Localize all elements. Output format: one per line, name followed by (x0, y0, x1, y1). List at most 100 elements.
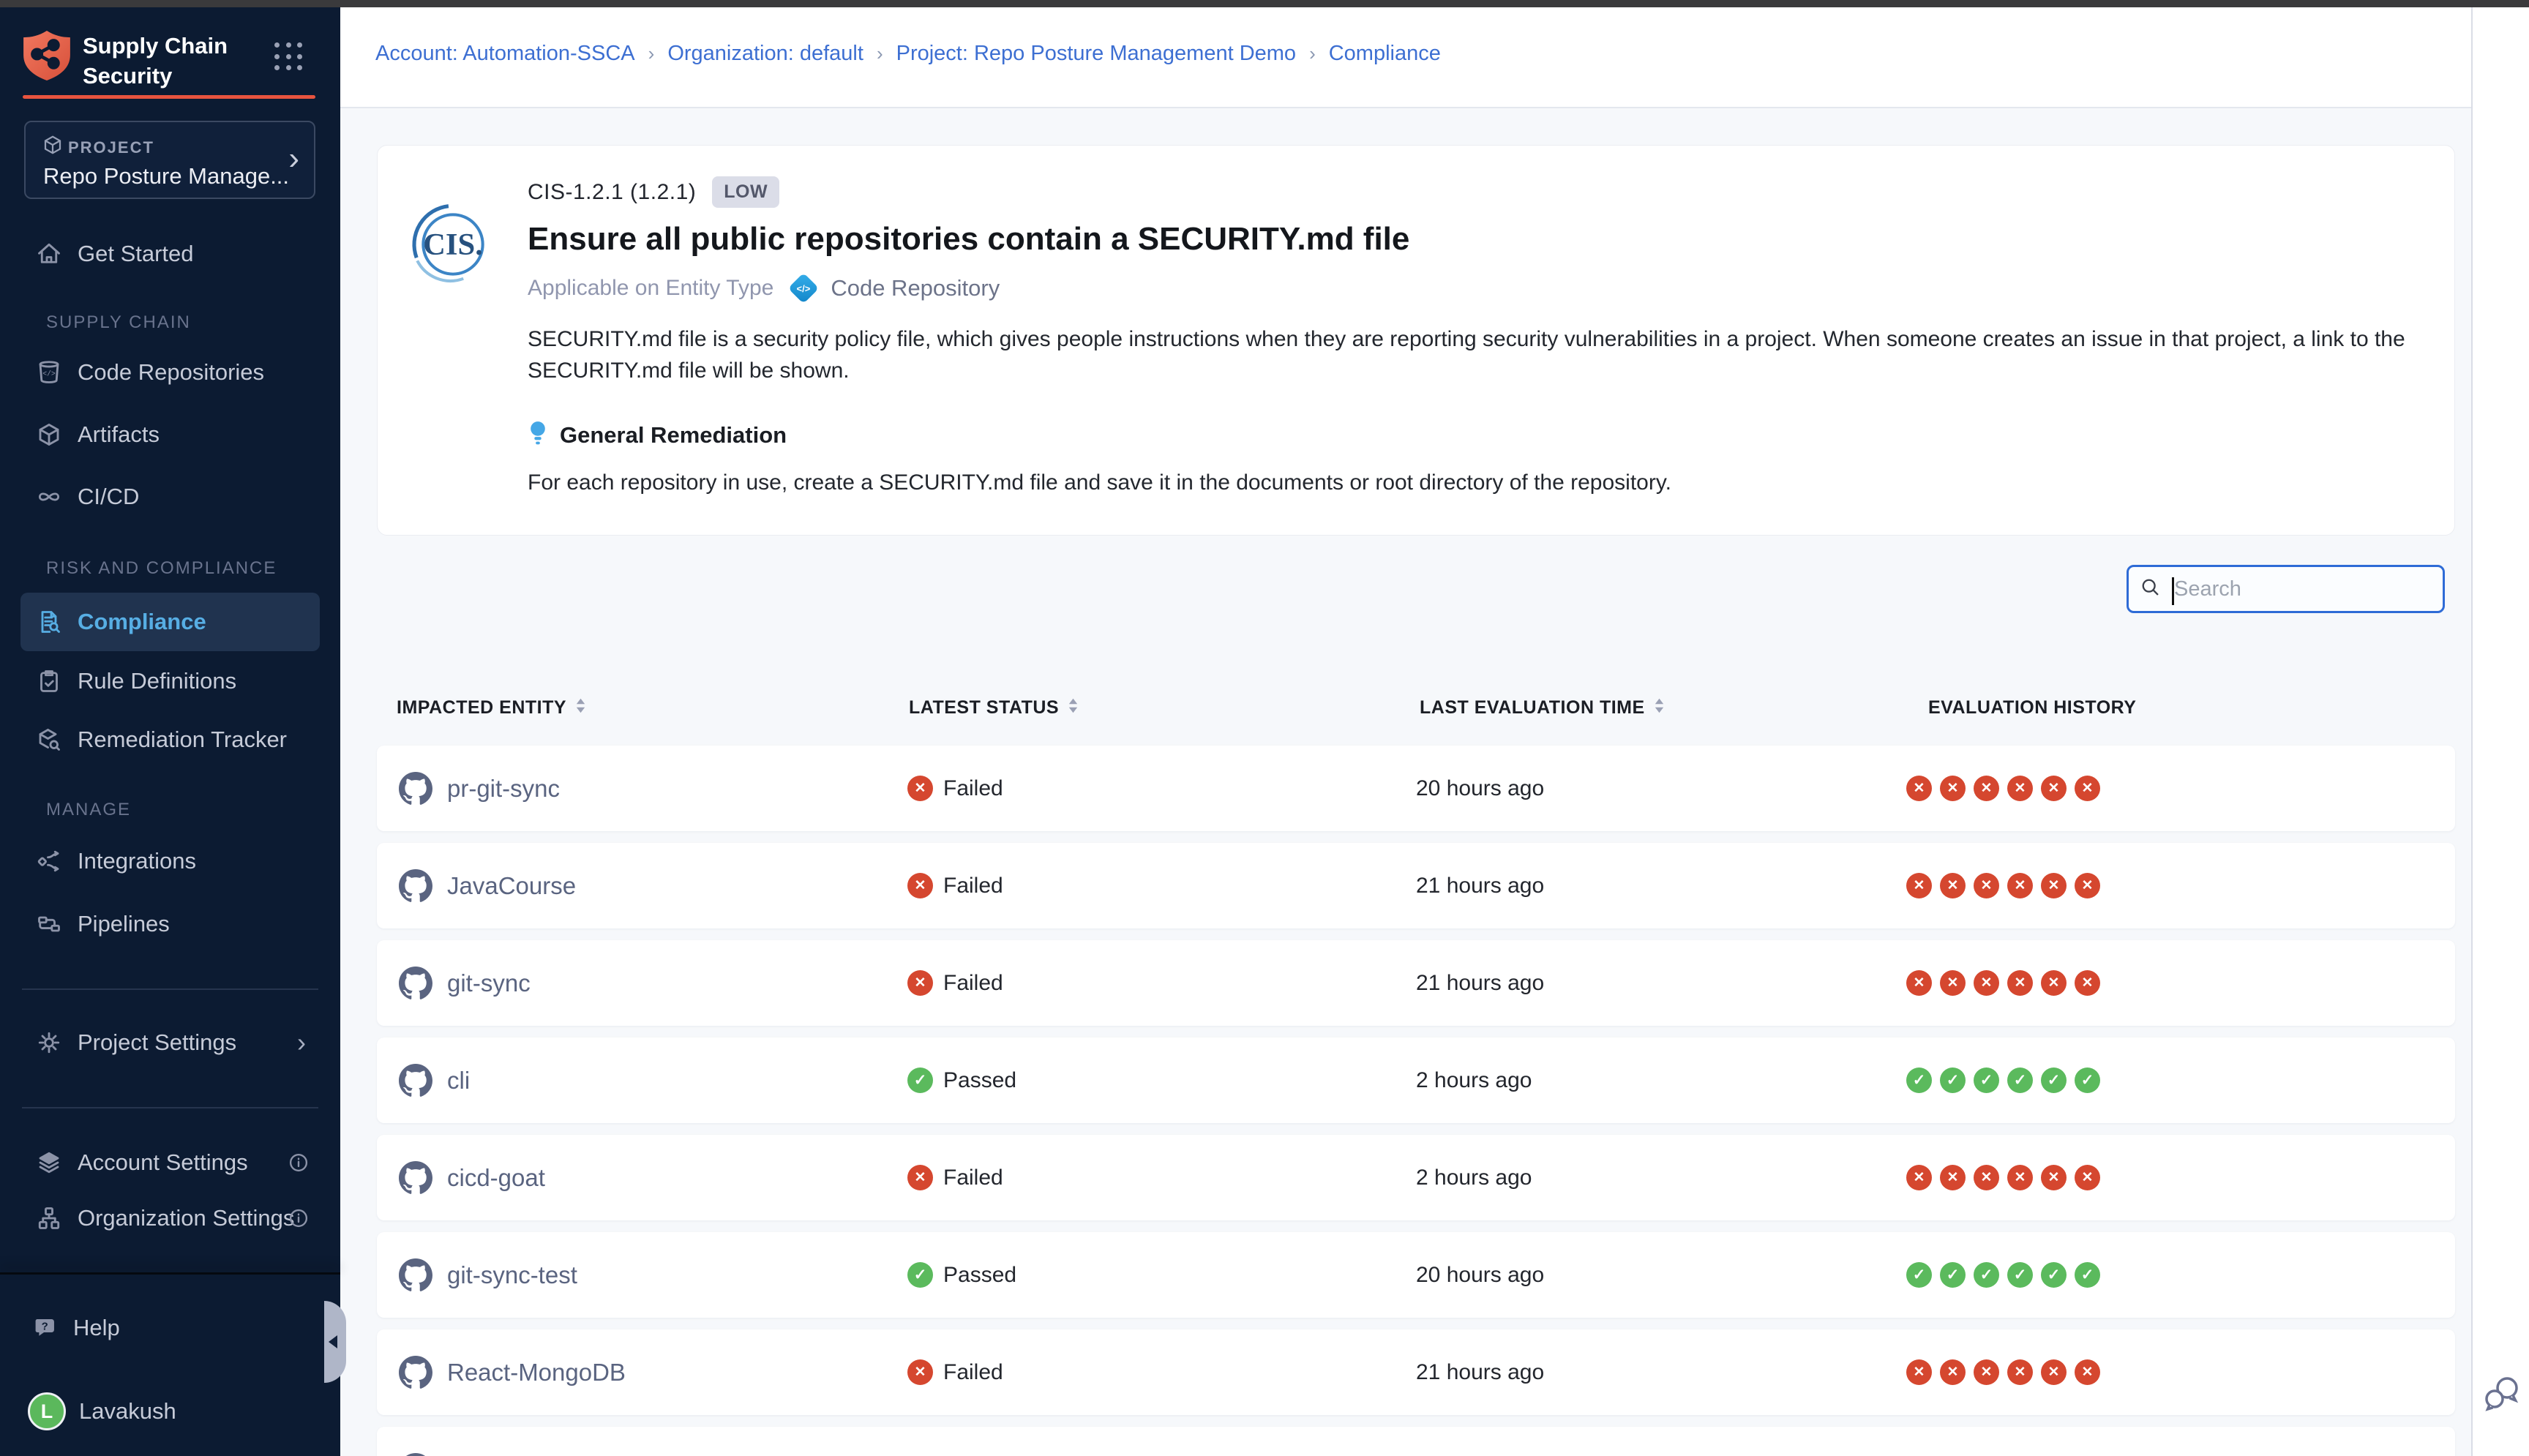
breadcrumb-separator-icon: › (877, 42, 883, 65)
status-label: Failed (943, 776, 1003, 801)
table-row[interactable]: git-sync✕Failed21 hours ago✕✕✕✕✕✕ (377, 940, 2455, 1026)
table-row[interactable]: ✓Passed✓✓✓✓✓✓ (377, 1427, 2455, 1456)
last-evaluation-time: 2 hours ago (1416, 1135, 1532, 1220)
scrollbar-gutter[interactable] (2471, 0, 2529, 1456)
help-label: Help (73, 1315, 120, 1341)
column-header-last-evaluation-time[interactable]: LAST EVALUATION TIME (1420, 697, 1665, 718)
failed-icon: ✕ (2041, 873, 2067, 898)
failed-icon: ✕ (2075, 1165, 2100, 1190)
integrations-icon (35, 847, 63, 875)
sidebar-item-label: Get Started (78, 241, 194, 267)
entity-name[interactable]: JavaCourse (447, 843, 576, 928)
sidebar-item-project-settings[interactable]: Project Settings› (0, 1019, 340, 1066)
collapse-arrow-icon (329, 1335, 337, 1348)
status-cell: ✓Passed (907, 1232, 1016, 1318)
project-name: Repo Posture Manage... (43, 163, 289, 189)
sidebar-item-label: Organization Settings (78, 1205, 294, 1231)
status-label: Failed (943, 874, 1003, 898)
passed-icon: ✓ (1974, 1067, 1999, 1093)
sidebar-item-label: Artifacts (78, 421, 160, 448)
entity-name[interactable]: pr-git-sync (447, 746, 560, 831)
sidebar-collapse-handle[interactable] (324, 1301, 346, 1383)
failed-icon: ✕ (2041, 970, 2067, 996)
failed-icon: ✕ (1974, 970, 1999, 996)
sidebar-section-label: SUPPLY CHAIN (46, 312, 191, 333)
sidebar-item-pipelines[interactable]: Pipelines (0, 901, 340, 947)
column-label: LATEST STATUS (909, 697, 1059, 718)
sidebar-item-label: Remediation Tracker (78, 727, 287, 753)
column-label: IMPACTED ENTITY (397, 697, 566, 718)
status-label: Passed (943, 1068, 1016, 1093)
sidebar-item-integrations[interactable]: Integrations (0, 838, 340, 885)
table-row[interactable]: pr-git-sync✕Failed20 hours ago✕✕✕✕✕✕ (377, 746, 2455, 831)
search-input[interactable] (2174, 567, 2438, 611)
status-label: Passed (943, 1263, 1016, 1288)
evaluation-history: ✓✓✓✓✓✓ (1906, 1232, 2100, 1318)
breadcrumb-link[interactable]: Compliance (1329, 42, 1441, 66)
table-row[interactable]: cli✓Passed2 hours ago✓✓✓✓✓✓ (377, 1037, 2455, 1123)
sidebar-item-ci-cd[interactable]: CI/CD (0, 473, 340, 520)
failed-icon: ✕ (1974, 1165, 1999, 1190)
sidebar-item-rule-definitions[interactable]: Rule Definitions (0, 658, 340, 705)
table-row[interactable]: JavaCourse✕Failed21 hours ago✕✕✕✕✕✕ (377, 843, 2455, 928)
app-title: Supply Chain Security (83, 31, 258, 91)
sort-icon[interactable] (1654, 697, 1665, 718)
home-icon (35, 240, 63, 268)
chat-support-icon[interactable] (2481, 1370, 2524, 1425)
breadcrumb-link[interactable]: Organization: default (667, 42, 863, 66)
remediation-tracker-icon (35, 726, 63, 754)
breadcrumb-link[interactable]: Project: Repo Posture Management Demo (896, 42, 1296, 66)
table-row[interactable]: git-sync-test✓Passed20 hours ago✓✓✓✓✓✓ (377, 1232, 2455, 1318)
evaluation-history: ✕✕✕✕✕✕ (1906, 940, 2100, 1026)
sidebar: Supply Chain Security PROJECT Repo Postu… (0, 0, 340, 1456)
sidebar-item-account-settings[interactable]: Account Settings (0, 1139, 340, 1186)
column-header-latest-status[interactable]: LATEST STATUS (909, 697, 1079, 718)
gear-icon (35, 1029, 63, 1057)
project-selector[interactable]: PROJECT Repo Posture Manage... › (24, 121, 315, 199)
sidebar-item-code-repositories[interactable]: </>Code Repositories (0, 349, 340, 396)
status-label: Failed (943, 971, 1003, 996)
rule-description: SECURITY.md file is a security policy fi… (528, 323, 2416, 386)
main-content: Account: Automation-SSCA › Organization: d… (340, 0, 2471, 1456)
remediation-title: General Remediation (560, 422, 787, 449)
lightbulb-icon (528, 420, 548, 450)
sidebar-item-compliance[interactable]: Compliance (20, 593, 320, 651)
sidebar-item-artifacts[interactable]: Artifacts (0, 411, 340, 458)
entity-name[interactable]: cicd-goat (447, 1135, 545, 1220)
breadcrumb-link[interactable]: Account: Automation-SSCA (375, 42, 635, 66)
entity-name[interactable]: git-sync (447, 940, 531, 1026)
code-repository-icon: </> (788, 273, 819, 304)
last-evaluation-time: 2 hours ago (1416, 1037, 1532, 1123)
sidebar-item-organization-settings[interactable]: Organization Settings (0, 1195, 340, 1242)
info-icon (288, 1207, 310, 1229)
user-name: Lavakush (79, 1398, 176, 1425)
table-row[interactable]: cicd-goat✕Failed2 hours ago✕✕✕✕✕✕ (377, 1135, 2455, 1220)
sidebar-item-remediation-tracker[interactable]: Remediation Tracker (0, 716, 340, 763)
entity-name[interactable]: cli (447, 1037, 470, 1123)
app-switcher-grid-icon[interactable] (274, 42, 304, 72)
status-cell: ✕Failed (907, 1329, 1003, 1415)
sort-icon[interactable] (1068, 697, 1079, 718)
passed-icon: ✓ (1906, 1067, 1932, 1093)
sort-icon[interactable] (575, 697, 586, 718)
rule-meta: CIS-1.2.1 (1.2.1) LOW (528, 176, 2430, 208)
user-menu[interactable]: L Lavakush (0, 1386, 340, 1437)
sidebar-section-label: RISK AND COMPLIANCE (46, 558, 277, 579)
github-icon (399, 1329, 432, 1415)
pipelines-icon (35, 910, 63, 938)
rule-definitions-icon (35, 667, 63, 695)
failed-icon: ✕ (1940, 873, 1966, 898)
sidebar-section-label: MANAGE (46, 800, 131, 820)
passed-icon: ✓ (907, 1067, 933, 1093)
sidebar-item-get-started[interactable]: Get Started (0, 230, 340, 277)
failed-icon: ✕ (1906, 970, 1932, 996)
table-row[interactable]: React-MongoDB✕Failed21 hours ago✕✕✕✕✕✕ (377, 1329, 2455, 1415)
github-icon (399, 1037, 432, 1123)
entity-name[interactable]: git-sync-test (447, 1232, 577, 1318)
column-header-impacted-entity[interactable]: IMPACTED ENTITY (397, 697, 586, 718)
github-icon (399, 1135, 432, 1220)
sidebar-item-help[interactable]: ? Help (0, 1305, 340, 1351)
svg-text:CIS.: CIS. (423, 228, 483, 262)
code-repositories-icon: </> (35, 359, 63, 386)
entity-name[interactable]: React-MongoDB (447, 1329, 626, 1415)
